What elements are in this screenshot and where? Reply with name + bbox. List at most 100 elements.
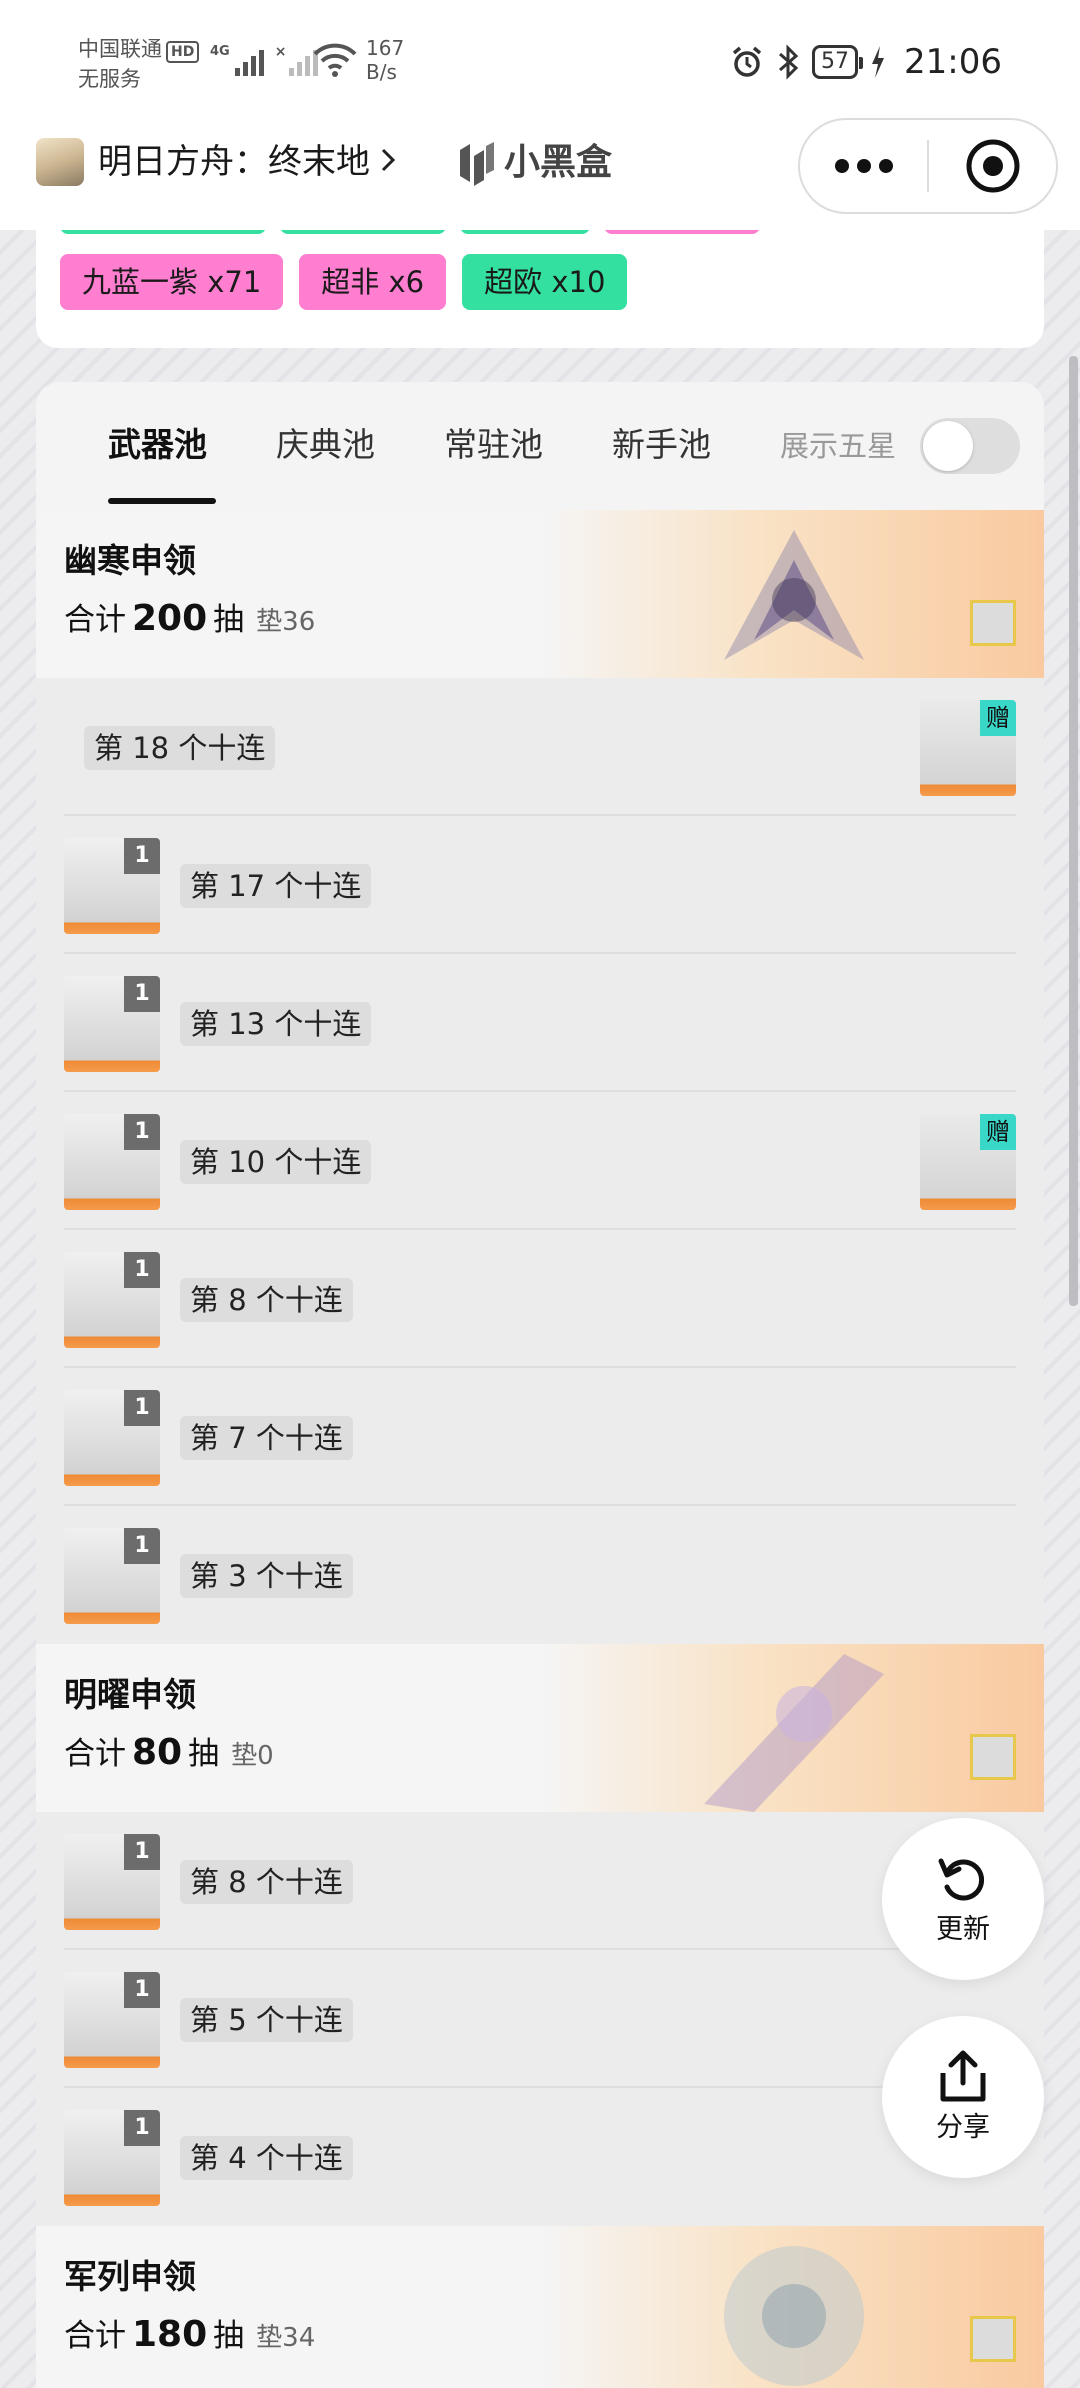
weapon-thumbnail: 1 xyxy=(64,1390,160,1486)
total-suffix: 抽 xyxy=(213,602,245,638)
total-suffix: 抽 xyxy=(213,2318,245,2354)
total-pulls: 200 xyxy=(132,598,208,639)
pool-name: 军列申领 xyxy=(64,2257,196,2296)
pull-row[interactable]: 第 18 个十连 赠 xyxy=(36,678,1044,816)
item-count: 1 xyxy=(124,1528,160,1564)
weapon-thumbnail: 1 xyxy=(64,1528,160,1624)
show-five-star-label: 展示五星 xyxy=(780,429,897,463)
pool-tabs: 武器池 庆典池 常驻池 新手池 展示五星 xyxy=(36,382,1044,510)
chevron-right-icon xyxy=(381,148,396,172)
pool-item-thumbnail xyxy=(970,1734,1016,1780)
pool-item-thumbnail xyxy=(970,2316,1016,2362)
pull-label: 第 10 个十连 xyxy=(180,1140,372,1184)
pull-label: 第 8 个十连 xyxy=(180,1860,353,1904)
pool-total: 合计 180 抽 垫34 xyxy=(64,2312,315,2361)
pull-label: 第 5 个十连 xyxy=(180,1998,353,2042)
network-speed: 167 B/s xyxy=(366,36,404,84)
pull-label: 第 17 个十连 xyxy=(180,864,372,908)
item-count: 1 xyxy=(124,2110,160,2146)
total-pulls: 180 xyxy=(132,2314,208,2355)
pool-name: 明曜申领 xyxy=(64,1675,196,1714)
pull-row[interactable]: 1 第 17 个十连 xyxy=(36,816,1044,954)
status-bar: 中国联通 HD 无服务 4G × 167 B/s 57 21:06 xyxy=(0,0,1080,118)
item-count: 1 xyxy=(124,1252,160,1288)
app-title: 明日方舟：终末地 xyxy=(98,142,370,182)
pull-label: 第 18 个十连 xyxy=(84,726,276,770)
weapon-thumbnail: 1 xyxy=(64,1834,160,1930)
network-type: 4G xyxy=(210,44,230,59)
pity-count: 垫0 xyxy=(231,1741,274,1771)
app-avatar[interactable] xyxy=(36,138,84,186)
tab-weapon-pool[interactable]: 武器池 xyxy=(108,422,207,468)
total-pulls: 80 xyxy=(132,1732,183,1773)
mini-program-header: 明日方舟：终末地 小黑盒 xyxy=(0,118,1080,230)
charging-icon xyxy=(872,46,885,78)
tab-standard-pool[interactable]: 常驻池 xyxy=(444,422,543,468)
brand: 小黑盒 xyxy=(456,140,612,186)
clock: 21:06 xyxy=(904,42,1002,82)
tab-celebration-pool[interactable]: 庆典池 xyxy=(276,422,375,468)
pity-count: 垫36 xyxy=(256,607,316,637)
tag: 九蓝一紫 x71 xyxy=(60,254,284,310)
pull-row[interactable]: 1 第 10 个十连 赠 xyxy=(36,1092,1044,1230)
active-tab-indicator xyxy=(108,498,216,504)
refresh-button[interactable]: 更新 xyxy=(882,1818,1044,1980)
weapon-art-icon xyxy=(704,1654,884,1812)
item-count: 1 xyxy=(124,1390,160,1426)
pity-count: 垫34 xyxy=(256,2323,316,2353)
pull-label: 第 13 个十连 xyxy=(180,1002,372,1046)
refresh-icon xyxy=(938,1858,985,1901)
total-prefix: 合计 xyxy=(64,602,126,638)
pool-total: 合计 80 抽 垫0 xyxy=(64,1730,274,1779)
item-count: 1 xyxy=(124,838,160,874)
signal-icon: 4G × xyxy=(210,44,319,76)
pool-name: 幽寒申领 xyxy=(64,541,196,580)
speed-unit: B/s xyxy=(366,60,397,84)
weapon-art-icon xyxy=(724,530,864,660)
item-count: 1 xyxy=(124,976,160,1012)
brand-name: 小黑盒 xyxy=(504,142,613,183)
gift-item: 赠 xyxy=(920,700,1016,796)
app-title-link[interactable]: 明日方舟：终末地 xyxy=(98,138,396,186)
item-count: 1 xyxy=(124,1114,160,1150)
pull-label: 第 8 个十连 xyxy=(180,1278,353,1322)
pool-header[interactable]: 军列申领 合计 180 抽 垫34 xyxy=(36,2226,1044,2388)
weapon-thumbnail: 1 xyxy=(64,838,160,934)
pull-row[interactable]: 1 第 13 个十连 xyxy=(36,954,1044,1092)
scrollbar[interactable] xyxy=(1069,356,1078,1306)
share-label: 分享 xyxy=(936,2112,990,2143)
pool-total: 合计 200 抽 垫36 xyxy=(64,596,315,645)
item-count: 1 xyxy=(124,1834,160,1870)
carrier-2-status: 无服务 xyxy=(78,67,141,91)
alarm-icon xyxy=(732,46,762,77)
pull-row[interactable]: 1 第 3 个十连 xyxy=(36,1506,1044,1644)
weapon-thumbnail: 1 xyxy=(64,1252,160,1348)
tag-row: 九蓝一紫 x71 超非 x6 超欧 x10 xyxy=(60,254,628,310)
more-options-button[interactable] xyxy=(800,159,927,173)
wifi-icon xyxy=(313,43,357,77)
tag: 超欧 x10 xyxy=(462,254,628,310)
tab-beginner-pool[interactable]: 新手池 xyxy=(612,422,711,468)
pull-row[interactable]: 1 第 8 个十连 xyxy=(36,1230,1044,1368)
item-count: 1 xyxy=(124,1972,160,2008)
pull-row[interactable]: 1 第 7 个十连 xyxy=(36,1368,1044,1506)
total-suffix: 抽 xyxy=(188,1736,220,1772)
weapon-thumbnail: 1 xyxy=(64,976,160,1072)
speed-value: 167 xyxy=(366,36,405,60)
show-five-star-toggle[interactable] xyxy=(920,418,1020,474)
share-button[interactable]: 分享 xyxy=(882,2016,1044,2178)
pull-label: 第 4 个十连 xyxy=(180,2136,353,2180)
pool-item-thumbnail xyxy=(970,600,1016,646)
weapon-thumbnail: 1 xyxy=(64,2110,160,2206)
carrier-name: 中国联通 xyxy=(78,37,162,61)
share-icon xyxy=(940,2050,986,2102)
tag: 超非 x6 xyxy=(299,254,447,310)
bluetooth-icon xyxy=(779,44,799,80)
gift-item: 赠 xyxy=(920,1114,1016,1210)
close-mini-program-button[interactable] xyxy=(929,138,1056,194)
weapon-art-icon xyxy=(724,2246,864,2386)
pool-header[interactable]: 幽寒申领 合计 200 抽 垫36 xyxy=(36,510,1044,678)
pull-label: 第 7 个十连 xyxy=(180,1416,353,1460)
hd-badge: HD xyxy=(166,41,200,63)
pool-header[interactable]: 明曜申领 合计 80 抽 垫0 xyxy=(36,1644,1044,1812)
